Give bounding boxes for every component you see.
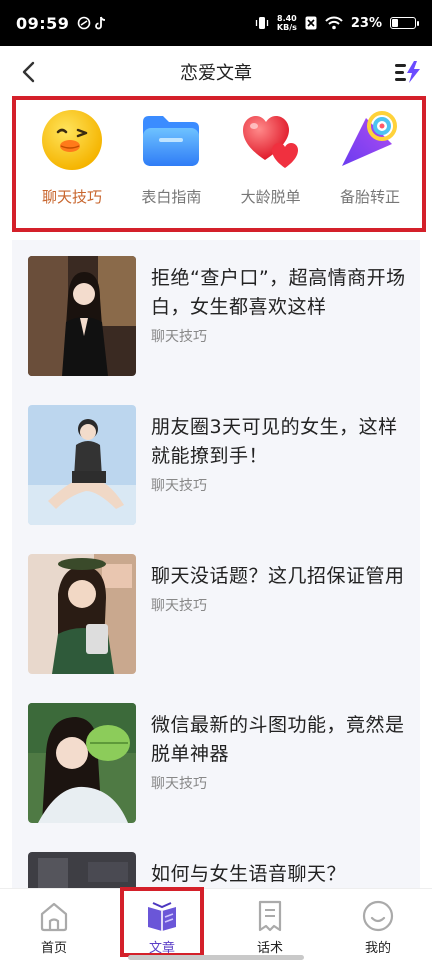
nav-label: 我的 bbox=[364, 941, 391, 956]
status-notification-icons bbox=[77, 16, 107, 30]
article-list: 拒绝“查户口”，超高情商开场白，女生都喜欢这样 聊天技巧 朋友圈3天可见的女生，… bbox=[12, 240, 420, 888]
article-thumbnail bbox=[28, 554, 136, 674]
article-thumbnail bbox=[28, 852, 136, 888]
article-title: 如何与女生语音聊天？ bbox=[151, 863, 347, 885]
status-right-group: 8.40 KB/s 23% bbox=[255, 14, 419, 32]
sim-icon bbox=[305, 16, 317, 30]
book-icon bbox=[148, 902, 176, 931]
article-item[interactable]: 拒绝“查户口”，超高情商开场白，女生都喜欢这样 聊天技巧 bbox=[12, 240, 420, 389]
smiley-icon bbox=[362, 900, 394, 932]
document-icon bbox=[258, 900, 282, 932]
article-text: 微信最新的斗图功能，竟然是脱单神器 聊天技巧 bbox=[151, 703, 410, 836]
app-header: 恋爱文章 bbox=[0, 46, 432, 98]
page-title: 恋爱文章 bbox=[180, 63, 252, 84]
category-late-singles[interactable]: 大龄脱单 bbox=[225, 108, 317, 228]
article-text: 拒绝“查户口”，超高情商开场白，女生都喜欢这样 聊天技巧 bbox=[151, 256, 410, 389]
category-label: 大龄脱单 bbox=[240, 188, 301, 206]
article-text: 朋友圈3天可见的女生，这样就能撩到手！ 聊天技巧 bbox=[151, 405, 410, 538]
quick-menu-icon[interactable] bbox=[394, 60, 422, 84]
article-text: 如何与女生语音聊天？ bbox=[151, 852, 410, 888]
sync-icon bbox=[78, 16, 91, 30]
article-thumbnail bbox=[28, 703, 136, 823]
article-tag: 聊天技巧 bbox=[151, 329, 207, 345]
article-thumbnail bbox=[28, 256, 136, 376]
category-label: 备胎转正 bbox=[339, 188, 400, 206]
nav-label: 首页 bbox=[40, 941, 67, 956]
duck-face-icon bbox=[40, 108, 104, 172]
bottom-nav: 首页 文章 话术 我的 bbox=[0, 888, 432, 964]
back-arrow-icon[interactable] bbox=[18, 60, 40, 84]
article-title: 聊天没话题？这几招保证管用 bbox=[151, 565, 405, 587]
hearts-icon bbox=[239, 108, 303, 172]
category-chat-skills[interactable]: 聊天技巧 bbox=[26, 108, 118, 228]
article-item[interactable]: 微信最新的斗图功能，竟然是脱单神器 聊天技巧 bbox=[12, 687, 420, 836]
network-speed: 8.40 KB/s bbox=[276, 14, 297, 32]
article-title: 朋友圈3天可见的女生，这样就能撩到手！ bbox=[151, 416, 398, 467]
article-tag: 聊天技巧 bbox=[151, 776, 207, 792]
article-text: 聊天没话题？这几招保证管用 聊天技巧 bbox=[151, 554, 410, 687]
nav-articles[interactable]: 文章 bbox=[108, 889, 216, 964]
category-confession-guide[interactable]: 表白指南 bbox=[125, 108, 217, 228]
article-thumbnail bbox=[28, 405, 136, 525]
wifi-icon bbox=[325, 16, 343, 30]
tiktok-icon bbox=[95, 16, 106, 30]
battery-icon bbox=[390, 17, 419, 29]
nav-home[interactable]: 首页 bbox=[0, 889, 108, 964]
category-label: 聊天技巧 bbox=[41, 188, 102, 206]
article-item[interactable]: 聊天没话题？这几招保证管用 聊天技巧 bbox=[12, 538, 420, 687]
article-title: 微信最新的斗图功能，竟然是脱单神器 bbox=[151, 714, 405, 765]
battery-percent: 23% bbox=[350, 15, 382, 31]
status-bar: 09:59 8.40 KB/s 23% bbox=[0, 0, 432, 46]
article-tag: 聊天技巧 bbox=[151, 598, 207, 614]
folder-icon bbox=[139, 108, 203, 172]
party-cone-icon bbox=[338, 108, 402, 172]
vibrate-icon bbox=[255, 17, 269, 29]
nav-label: 文章 bbox=[148, 941, 175, 956]
battery-fill bbox=[392, 19, 398, 27]
status-time: 09:59 bbox=[16, 13, 70, 33]
nav-mine[interactable]: 我的 bbox=[324, 889, 432, 964]
article-item[interactable]: 如何与女生语音聊天？ bbox=[12, 836, 420, 888]
article-title: 拒绝“查户口”，超高情商开场白，女生都喜欢这样 bbox=[151, 267, 406, 318]
house-icon bbox=[40, 902, 68, 932]
nav-label: 话术 bbox=[256, 941, 283, 956]
category-tabs: 聊天技巧 表白指南 大龄脱单 备胎转正 bbox=[12, 96, 426, 232]
nav-scripts[interactable]: 话术 bbox=[216, 889, 324, 964]
article-tag: 聊天技巧 bbox=[151, 478, 207, 494]
home-indicator bbox=[128, 955, 304, 960]
article-item[interactable]: 朋友圈3天可见的女生，这样就能撩到手！ 聊天技巧 bbox=[12, 389, 420, 538]
category-label: 表白指南 bbox=[141, 188, 202, 206]
category-backup-to-official[interactable]: 备胎转正 bbox=[324, 108, 416, 228]
